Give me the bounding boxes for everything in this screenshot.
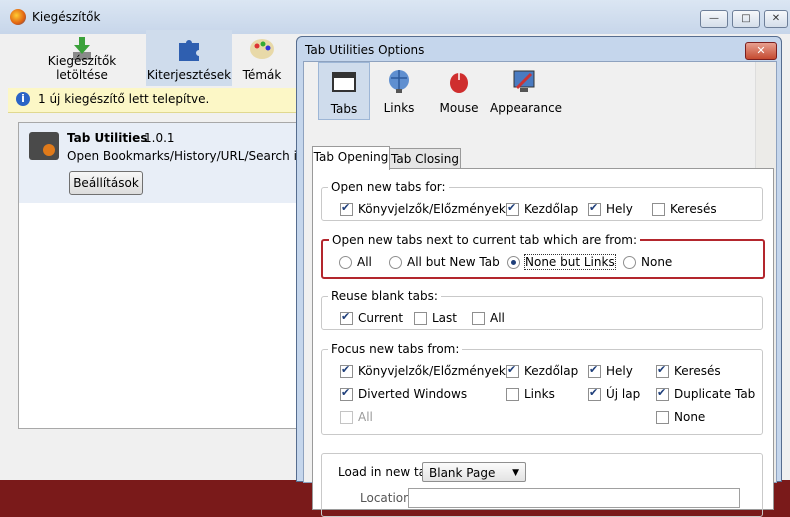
globe-icon [389, 70, 409, 93]
checkbox-box[interactable] [506, 363, 519, 378]
pane-appearance[interactable]: Appearance [490, 62, 563, 118]
pane-tabs[interactable]: Tabs [318, 62, 370, 120]
toolbar-themes[interactable]: Témák [234, 30, 290, 86]
radio-label: All [357, 255, 372, 269]
checkbox-label: Last [432, 311, 457, 325]
open-for-title: Open new tabs for: [328, 180, 449, 194]
load-group: Load in new tab: Blank Page ▼ Location: [321, 453, 763, 517]
load-select[interactable]: Blank Page ▼ [422, 462, 526, 482]
checkbox-label: None [674, 410, 706, 424]
chevron-down-icon: ▼ [512, 468, 519, 478]
tab-tab-opening[interactable]: Tab Opening [312, 146, 390, 170]
pane-tabs-label: Tabs [330, 102, 358, 116]
checkbox-box [340, 411, 353, 424]
dialog-body: Tabs Links Mouse Appearance Tab Opening … [303, 61, 777, 517]
checkbox-box[interactable] [656, 411, 669, 424]
install-notice-text: 1 új kiegészítő lett telepítve. [38, 92, 210, 106]
addons-window-title: Kiegészítők [32, 10, 101, 24]
pane-mouse[interactable]: Mouse [432, 62, 486, 118]
pane-mouse-label: Mouse [439, 101, 479, 115]
checkbox-box[interactable] [656, 386, 669, 401]
open-for-group: Open new tabs for: Könyvjelzők/Előzménye… [321, 180, 763, 221]
checkbox-box[interactable] [588, 201, 601, 216]
appearance-icon [513, 70, 535, 92]
info-icon: i [16, 92, 30, 106]
firefox-icon [10, 9, 26, 25]
tab-opening-panel: Open new tabs for: Könyvjelzők/Előzménye… [312, 168, 774, 517]
checkbox-label: Hely [606, 202, 633, 216]
dialog-title: Tab Utilities Options [305, 43, 425, 57]
puzzle-icon [179, 40, 199, 61]
extension-icon [29, 132, 59, 160]
checkbox-box[interactable] [340, 363, 353, 378]
checkbox-label: Könyvjelzők/Előzmények [358, 202, 506, 216]
checkbox-label: Kezdőlap [524, 364, 579, 378]
checkbox-box[interactable] [340, 386, 353, 401]
radio-dot[interactable] [623, 256, 636, 269]
close-button[interactable]: ✕ [764, 10, 788, 28]
settings-button[interactable]: Beállítások [69, 171, 143, 195]
extension-item-tab-utilities[interactable]: Tab Utilities 1.0.1 Open Bookmarks/Histo… [19, 123, 323, 203]
focus-group: Focus new tabs from: Könyvjelzők/Előzmén… [321, 342, 763, 435]
checkbox-label: Duplicate Tab [674, 387, 756, 401]
tab-tab-closing[interactable]: Tab Closing [389, 148, 461, 169]
radio-label: None [641, 255, 673, 269]
location-label: Location: [360, 491, 415, 505]
extension-description: Open Bookmarks/History/URL/Search in ne [67, 149, 324, 163]
radio-dot[interactable] [339, 256, 352, 269]
checkbox-label: Új lap [606, 387, 641, 401]
extension-version: 1.0.1 [144, 131, 175, 145]
toolbar-get-addons[interactable]: Kiegészítők letöltése [20, 30, 144, 86]
checkbox-label: Keresés [674, 364, 721, 378]
next-to-group: Open new tabs next to current tab which … [321, 233, 765, 279]
toolbar-extensions[interactable]: Kiterjesztések [146, 30, 232, 86]
checkbox-box[interactable] [340, 201, 353, 216]
load-select-value: Blank Page [429, 466, 496, 480]
checkbox-box[interactable] [414, 312, 427, 325]
checkbox-box[interactable] [506, 201, 519, 216]
checkbox-label: Hely [606, 364, 633, 378]
toolbar-extensions-label: Kiterjesztések [146, 68, 232, 82]
radio-label: All but New Tab [407, 255, 500, 269]
radio-dot[interactable] [389, 256, 402, 269]
checkbox-label: Current [358, 311, 404, 325]
checkbox-label: All [490, 311, 505, 325]
reuse-title: Reuse blank tabs: [328, 289, 441, 303]
palette-icon [250, 39, 274, 59]
tab-window-icon [332, 72, 356, 92]
checkbox-label: Diverted Windows [358, 387, 468, 401]
checkbox-box[interactable] [588, 363, 601, 378]
checkbox-label: Links [524, 387, 555, 401]
radio-label: None but Links [524, 254, 616, 270]
location-input[interactable] [408, 488, 740, 508]
radio-dot[interactable] [507, 256, 520, 269]
pane-links-label: Links [383, 101, 415, 115]
toolbar-themes-label: Témák [242, 68, 282, 82]
tab-utilities-options-dialog: Tab Utilities Options ✕ Tabs Links Mouse [296, 36, 782, 517]
checkbox-box[interactable] [656, 363, 669, 378]
pane-links[interactable]: Links [374, 62, 424, 118]
checkbox-box[interactable] [588, 386, 601, 401]
focus-title: Focus new tabs from: [328, 342, 463, 356]
checkbox-box[interactable] [652, 203, 665, 216]
minimize-button[interactable]: — [700, 10, 728, 28]
toolbar-get-addons-label: Kiegészítők letöltése [47, 54, 117, 82]
mouse-icon [450, 73, 468, 93]
extension-list: Tab Utilities 1.0.1 Open Bookmarks/Histo… [18, 122, 323, 429]
checkbox-label: Keresés [670, 202, 717, 216]
pane-appearance-label: Appearance [490, 101, 563, 115]
checkbox-label: All [358, 410, 373, 424]
checkbox-box[interactable] [472, 312, 485, 325]
install-notice-bar: i 1 új kiegészítő lett telepítve. [8, 88, 308, 113]
checkbox-box[interactable] [340, 310, 353, 325]
maximize-button[interactable]: □ [732, 10, 760, 28]
checkbox-box[interactable] [506, 388, 519, 401]
checkbox-label: Kezdőlap [524, 202, 579, 216]
dialog-close-button[interactable]: ✕ [745, 42, 777, 60]
checkbox-label: Könyvjelzők/Előzmények [358, 364, 506, 378]
addons-titlebar: Kiegészítők — □ ✕ [0, 0, 790, 34]
reuse-group: Reuse blank tabs: Current Last All [321, 289, 763, 330]
next-to-title: Open new tabs next to current tab which … [329, 233, 641, 247]
extension-name: Tab Utilities [67, 131, 148, 145]
